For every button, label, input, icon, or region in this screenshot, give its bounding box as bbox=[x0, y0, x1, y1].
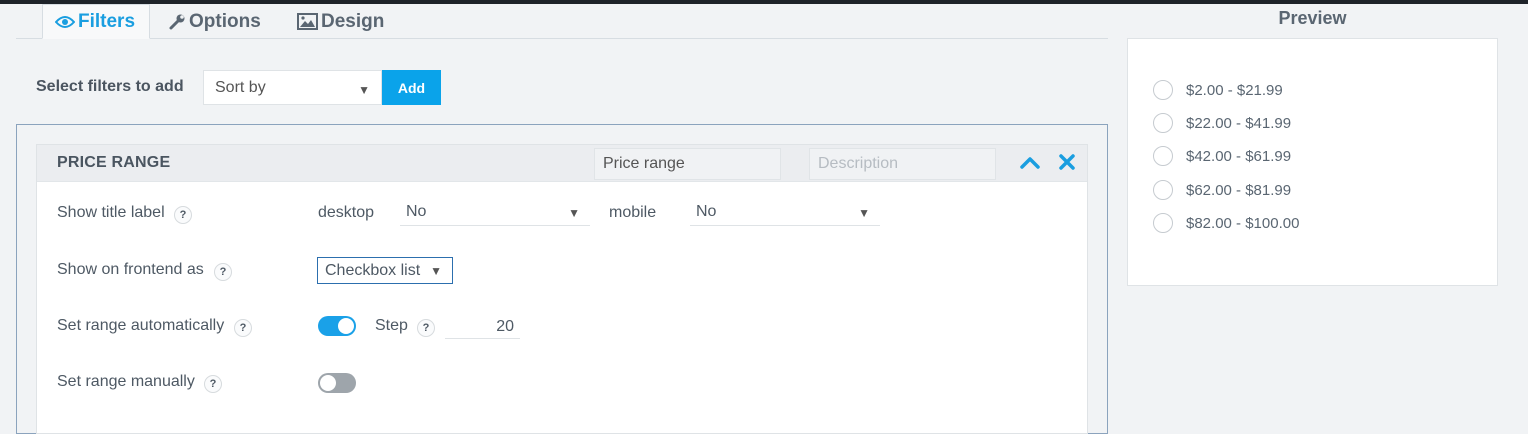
radio-button[interactable] bbox=[1153, 146, 1173, 166]
eye-icon bbox=[55, 15, 75, 29]
caret-down-icon: ▼ bbox=[568, 206, 580, 220]
preview-option-label: $62.00 - $81.99 bbox=[1186, 181, 1292, 199]
frontend-display-value: Checkbox list bbox=[325, 261, 421, 279]
preview-option[interactable]: $22.00 - $41.99 bbox=[1153, 113, 1291, 133]
tab-label: Options bbox=[189, 10, 261, 32]
radio-button[interactable] bbox=[1153, 80, 1173, 100]
step-label: Step bbox=[375, 317, 408, 334]
tab-design[interactable]: Design bbox=[297, 4, 384, 39]
auto-range-toggle[interactable] bbox=[318, 316, 356, 336]
mobile-title-select[interactable]: No ▼ bbox=[690, 198, 880, 226]
mobile-title-value: No bbox=[696, 202, 717, 220]
filter-title: PRICE RANGE bbox=[57, 154, 171, 171]
toggle-knob bbox=[320, 375, 336, 391]
show-frontend-label: Show on frontend as bbox=[57, 261, 204, 278]
preview-option[interactable]: $42.00 - $61.99 bbox=[1153, 146, 1291, 166]
frontend-display-select[interactable]: Checkbox list ▼ bbox=[317, 257, 453, 284]
filter-name-input[interactable]: Price range bbox=[594, 148, 781, 180]
manual-range-label: Set range manually bbox=[57, 373, 195, 390]
help-icon[interactable]: ? bbox=[234, 319, 252, 337]
preview-option[interactable]: $82.00 - $100.00 bbox=[1153, 213, 1299, 233]
caret-down-icon: ▼ bbox=[358, 83, 370, 97]
desktop-title-value: No bbox=[406, 202, 427, 220]
mobile-label: mobile bbox=[609, 204, 657, 221]
step-input[interactable]: 20 bbox=[445, 314, 520, 339]
toggle-knob bbox=[338, 318, 354, 334]
help-icon[interactable]: ? bbox=[174, 206, 192, 224]
auto-range-label: Set range automatically bbox=[57, 317, 225, 334]
preview-title: Preview bbox=[1278, 8, 1347, 28]
preview-option-label: $82.00 - $100.00 bbox=[1186, 214, 1300, 232]
caret-down-icon: ▼ bbox=[430, 264, 442, 278]
help-icon[interactable]: ? bbox=[204, 375, 222, 393]
preview-option-label: $42.00 - $61.99 bbox=[1186, 147, 1292, 165]
help-icon[interactable]: ? bbox=[214, 263, 232, 281]
caret-down-icon: ▼ bbox=[858, 206, 870, 220]
radio-button[interactable] bbox=[1153, 113, 1173, 133]
manual-range-toggle[interactable] bbox=[318, 373, 356, 393]
add-filter-button[interactable]: Add bbox=[382, 70, 441, 105]
select-filters-label: Select filters to add bbox=[36, 78, 184, 95]
filter-description-input[interactable]: Description bbox=[809, 148, 996, 180]
filter-type-select[interactable]: Sort by ▼ bbox=[203, 70, 382, 105]
show-title-label: Show title label bbox=[57, 204, 165, 221]
wrench-icon bbox=[168, 13, 186, 31]
preview-option-label: $22.00 - $41.99 bbox=[1186, 114, 1292, 132]
preview-option[interactable]: $2.00 - $21.99 bbox=[1153, 80, 1283, 100]
radio-button[interactable] bbox=[1153, 180, 1173, 200]
image-icon bbox=[297, 13, 318, 30]
radio-button[interactable] bbox=[1153, 213, 1173, 233]
tab-label: Design bbox=[321, 10, 385, 32]
tab-filters[interactable]: Filters bbox=[42, 4, 150, 39]
desktop-label: desktop bbox=[318, 204, 375, 221]
preview-option[interactable]: $62.00 - $81.99 bbox=[1153, 180, 1291, 200]
tab-label: Filters bbox=[78, 10, 136, 32]
remove-filter-close-icon[interactable] bbox=[1059, 154, 1075, 175]
collapse-chevron-up-icon[interactable] bbox=[1020, 154, 1040, 175]
help-icon[interactable]: ? bbox=[417, 319, 435, 337]
preview-option-label: $2.00 - $21.99 bbox=[1186, 81, 1283, 99]
tab-options[interactable]: Options bbox=[168, 4, 261, 39]
filter-type-value: Sort by bbox=[215, 78, 266, 96]
desktop-title-select[interactable]: No ▼ bbox=[400, 198, 590, 226]
